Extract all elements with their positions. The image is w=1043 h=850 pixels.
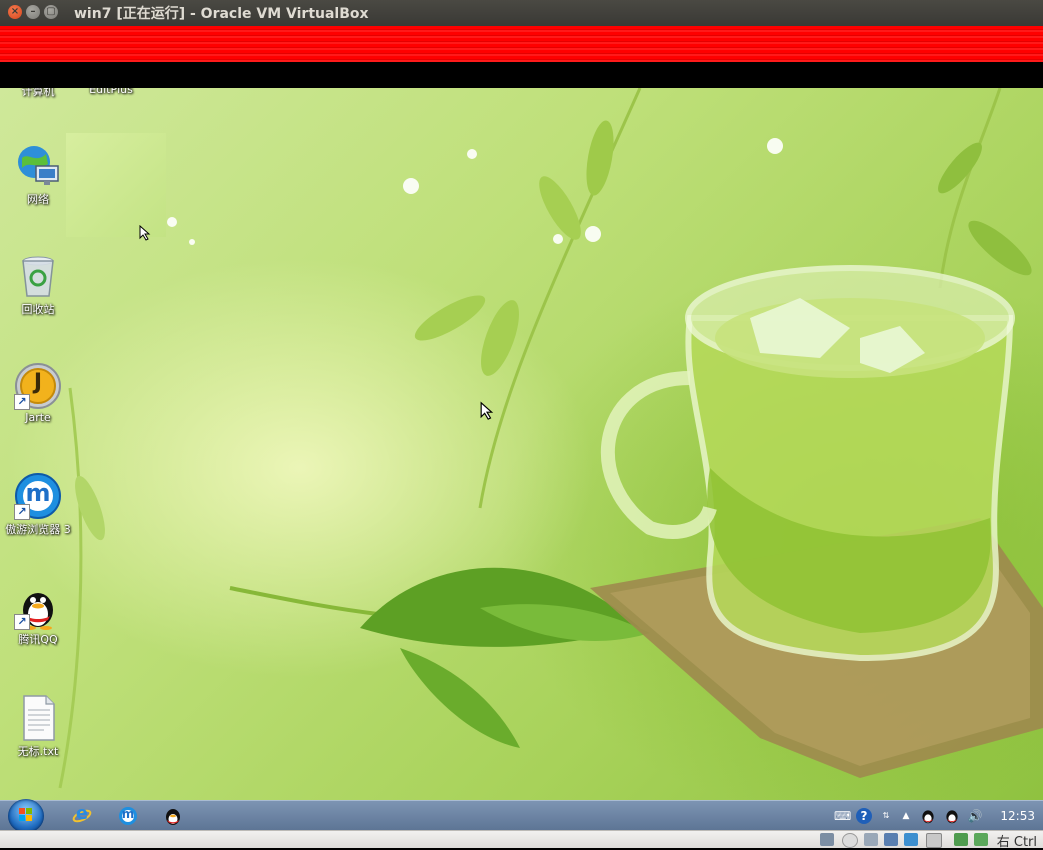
optical-drive-icon[interactable] [842,833,858,848]
desktop-icon-label: 网络 [27,193,49,206]
taskbar-ie-button[interactable]: e [72,803,92,826]
drag-thumbnail-artifact [66,133,166,237]
windows-logo-icon [19,808,32,821]
network-icon [14,142,62,190]
render-glitch-black [0,62,1043,88]
jarte-glyph: J [33,370,43,395]
recycle-bin-icon [14,252,62,300]
render-glitch-red [0,26,1043,62]
ie-glyph: e [75,803,89,824]
desktop-icon-label: 腾讯QQ [18,633,58,646]
help-icon[interactable]: ? [856,808,872,824]
window-title: win7 [正在运行] - Oracle VM VirtualBox [74,6,369,22]
taskbar-qq-button[interactable] [163,806,183,826]
usb-icon[interactable] [864,833,878,846]
hard-disk-icon[interactable] [820,833,834,846]
shared-folders-icon[interactable] [904,833,918,846]
desktop-icon-network[interactable]: 网络 [0,142,76,207]
network-adapter-icon[interactable] [884,833,898,846]
taskbar-clock[interactable]: 12:53 [1000,809,1035,823]
desktop-icon-label: 计算机 [21,88,55,98]
desktop-icon-maxthon[interactable]: m ↗ 傲游浏览器 3 [0,472,76,537]
desktop-icon-recycle-bin[interactable]: 回收站 [0,252,76,317]
desktop-icon-label: 无标.txt [17,745,59,758]
desktop-icon-label: 回收站 [21,303,55,316]
taskbar-maxthon-button[interactable]: m [118,806,138,826]
mouse-integration-icon[interactable] [974,833,988,846]
host-key-indicator: 右 Ctrl [996,835,1037,850]
qq-tray-icon[interactable] [920,808,936,824]
cursor-arrow-icon [139,225,151,241]
desktop-icon-label: Jarte [25,411,51,424]
qq-icon: ↗ [14,582,62,630]
cursor-arrow-icon [480,401,494,420]
qq-icon [166,809,180,825]
close-button[interactable]: × [8,5,22,19]
jarte-icon: J ↗ [14,362,62,410]
maximize-button[interactable]: ▢ [44,5,58,19]
show-hidden-icons-button[interactable]: ▲ [898,808,914,824]
shortcut-arrow-icon: ↗ [14,504,30,520]
maxthon-glyph: m [121,807,135,821]
shortcut-arrow-icon: ↗ [14,394,30,410]
desktop-icon-editplus[interactable]: EditPlus [73,88,149,96]
display-icon[interactable] [926,833,942,848]
maxthon-glyph: m [25,479,51,507]
vm-statusbar: 右 Ctrl [0,830,1043,850]
desktop-icon-computer[interactable]: 计算机 [0,88,76,99]
qq-tray-icon-2[interactable] [944,808,960,824]
input-method-icon[interactable]: ⇅ [878,808,894,824]
keyboard-icon[interactable]: ⌨ [834,808,851,824]
text-file-icon [14,694,62,742]
desktop-icon-label: EditPlus [89,88,133,96]
guest-additions-icon[interactable] [954,833,968,846]
volume-icon[interactable]: 🔊 [967,808,983,824]
desktop-icon-text-file[interactable]: 无标.txt [0,694,76,759]
minimize-button[interactable]: – [26,5,40,19]
taskbar: e m ⌨ ? ⇅ ▲ 🔊 12:53 [0,799,1043,833]
maxthon-icon: m ↗ [14,472,62,520]
desktop-icon-label: 傲游浏览器 3 [5,523,71,536]
shortcut-arrow-icon: ↗ [14,614,30,630]
desktop-icon-jarte[interactable]: J ↗ Jarte [0,362,76,424]
desktop[interactable]: 计算机 EditPlus 网络 回收站 J ↗ Jarte m ↗ 傲游浏览器 … [0,88,1043,800]
desktop-icon-qq[interactable]: ↗ 腾讯QQ [0,582,76,647]
window-titlebar[interactable]: × – ▢ win7 [正在运行] - Oracle VM VirtualBox [0,0,1043,26]
start-button[interactable] [8,799,44,833]
